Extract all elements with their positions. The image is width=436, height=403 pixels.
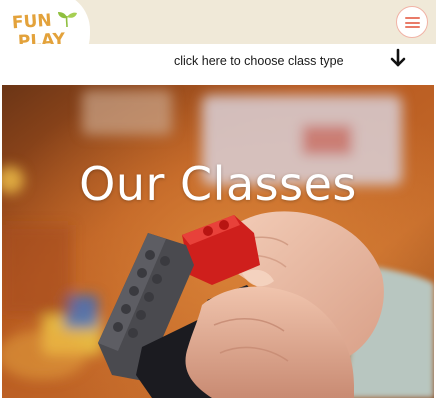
hero-image [2, 85, 434, 398]
class-type-hint-text[interactable]: click here to choose class type [174, 54, 344, 68]
hamburger-menu-icon [405, 17, 420, 19]
hamburger-menu-icon-bar [405, 26, 420, 28]
leaf-icon [58, 12, 77, 28]
arrow-down-icon[interactable] [388, 48, 408, 70]
class-type-hint[interactable]: click here to choose class type [0, 44, 436, 84]
hero-title: Our Classes [79, 157, 357, 211]
hamburger-menu-button[interactable] [396, 6, 428, 38]
bottom-divider [0, 398, 436, 403]
hero-banner: Our Classes [2, 85, 434, 398]
logo-word-fun: FUN [11, 10, 53, 34]
page: FUN PLAY click here to choose class type [0, 0, 436, 403]
hamburger-menu-icon-bar [405, 21, 420, 24]
